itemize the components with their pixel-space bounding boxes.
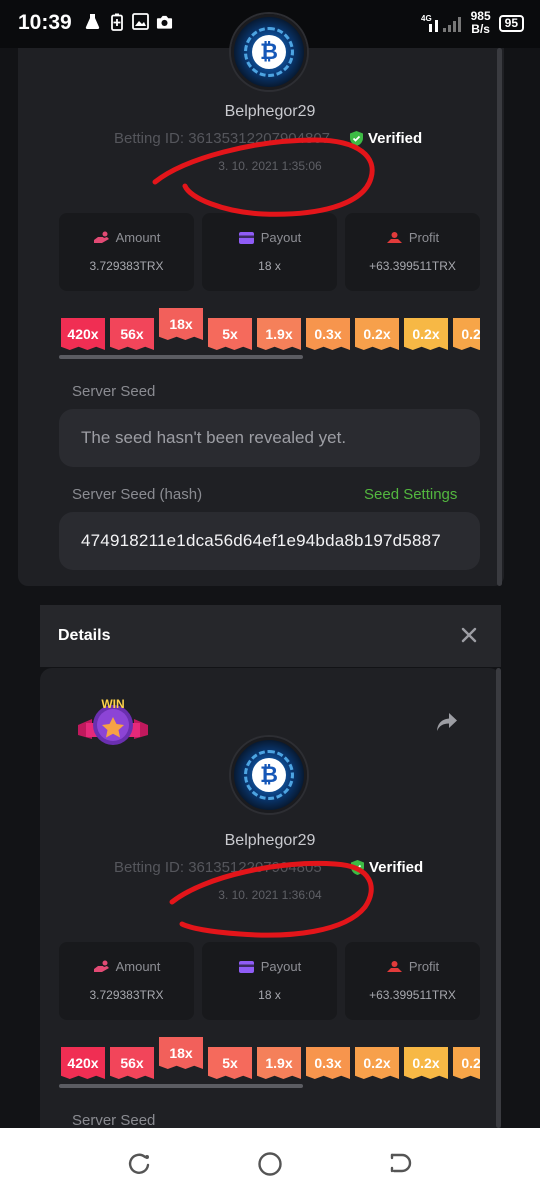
server-seed-label: Server Seed <box>72 383 156 400</box>
win-badge-icon: WIN <box>78 697 148 745</box>
bet-datetime: 3. 10. 2021 1:35:06 <box>218 159 322 173</box>
betting-id-label: Betting ID: 3613531220790 <box>114 130 297 147</box>
hand-coin-icon <box>93 960 109 972</box>
shield-check-icon <box>351 860 364 875</box>
server-seed-field: The seed hasn't been revealed yet. <box>59 409 480 467</box>
battery-saver-icon <box>108 12 125 31</box>
server-seed-label: Server Seed <box>72 1112 156 1129</box>
multiplier-chip: 0.2x <box>453 1047 480 1079</box>
recent-apps-icon[interactable] <box>126 1150 154 1178</box>
avatar-ring <box>244 27 294 77</box>
verified-label: Verified <box>369 859 424 876</box>
verified-label: Verified <box>368 130 423 147</box>
multiplier-chip: 1.9x <box>257 1047 301 1079</box>
stat-label: Payout <box>260 230 302 245</box>
profit-icon <box>386 960 402 972</box>
stat-payout: Payout 18 x <box>202 213 337 291</box>
wallet-icon <box>238 960 254 973</box>
stat-label: Amount <box>115 959 161 974</box>
multiplier-chip-selected: 18x <box>159 308 203 340</box>
win-badge-text: WIN <box>101 697 124 711</box>
betting-id: Betting ID: 36135312207904807 <box>114 130 330 147</box>
betting-id-label: Betting ID: 3613 <box>114 859 222 876</box>
flask-icon <box>84 12 101 31</box>
close-icon[interactable] <box>461 627 477 643</box>
stat-value: +63.399511TRX <box>369 259 456 273</box>
betting-id-tail: 4807 <box>296 130 331 147</box>
multiplier-chip: 0.2x <box>453 318 480 350</box>
server-seed-hash-label: Server Seed (hash) <box>72 486 203 503</box>
profit-icon <box>386 231 402 243</box>
status-right: 4G 985 B/s 95 <box>421 10 524 36</box>
multiplier-chip: 420x <box>61 318 105 350</box>
net-speed-unit: B/s <box>471 22 490 36</box>
svg-text:4G: 4G <box>421 14 432 23</box>
stat-value: +63.399511TRX <box>369 988 456 1002</box>
stat-value: 3.729383TRX <box>89 988 164 1002</box>
details-modal-header: Details <box>40 605 501 667</box>
multiplier-chip: 0.2x <box>404 1047 448 1079</box>
stat-value: 3.729383TRX <box>89 259 164 273</box>
betting-id: Betting ID: 3613512207904805 <box>114 859 322 876</box>
multiplier-chip: 56x <box>110 318 154 350</box>
multiplier-row[interactable]: 420x 56x 18x 5x 1.9x 0.3x 0.2x 0.2x 0.2x <box>61 308 480 352</box>
multiplier-row[interactable]: 420x 56x 18x 5x 1.9x 0.3x 0.2x 0.2x 0.2x <box>61 1037 480 1081</box>
net-speed: 985 B/s <box>471 10 491 36</box>
camera-icon <box>156 12 173 31</box>
multiplier-chip: 0.2x <box>404 318 448 350</box>
stat-amount: Amount 3.729383TRX <box>59 213 194 291</box>
multiplier-chip: 5x <box>208 1047 252 1079</box>
multiplier-scroll-indicator[interactable] <box>59 1084 303 1088</box>
stat-value: 18 x <box>258 988 281 1002</box>
betting-id-tail: 512207904805 <box>221 859 322 876</box>
stat-label: Payout <box>260 959 302 974</box>
image-icon <box>132 12 149 31</box>
navigation-bar <box>0 1128 540 1200</box>
stat-label: Profit <box>408 230 440 245</box>
details-title: Details <box>58 627 111 644</box>
multiplier-chip: 0.2x <box>355 318 399 350</box>
hand-coin-icon <box>93 231 109 243</box>
back-icon[interactable] <box>386 1150 414 1178</box>
avatar-bitcoin: ₿ <box>231 737 307 813</box>
avatar-bitcoin: ₿ <box>231 14 307 90</box>
multiplier-scroll-indicator[interactable] <box>59 355 303 359</box>
username: Belphegor29 <box>224 103 316 120</box>
multiplier-chip-selected: 18x <box>159 1037 203 1069</box>
verified-badge: Verified <box>350 859 423 876</box>
multiplier-chip: 420x <box>61 1047 105 1079</box>
stat-profit: Profit +63.399511TRX <box>345 942 480 1020</box>
multiplier-chip: 0.2x <box>355 1047 399 1079</box>
stat-value: 18 x <box>258 259 281 273</box>
verified-badge: Verified <box>349 130 422 147</box>
multiplier-chip: 0.3x <box>306 1047 350 1079</box>
stat-label: Amount <box>115 230 161 245</box>
shield-check-icon <box>350 131 363 146</box>
stat-profit: Profit +63.399511TRX <box>345 213 480 291</box>
multiplier-chip: 56x <box>110 1047 154 1079</box>
status-time: 10:39 <box>18 11 72 34</box>
stat-amount: Amount 3.729383TRX <box>59 942 194 1020</box>
share-icon[interactable] <box>436 712 458 732</box>
home-icon[interactable] <box>256 1150 284 1178</box>
battery-indicator: 95 <box>498 14 524 32</box>
scrollbar-top[interactable] <box>497 48 502 586</box>
bet-datetime: 3. 10. 2021 1:36:04 <box>218 888 322 902</box>
username: Belphegor29 <box>224 832 316 849</box>
seed-settings-link[interactable]: Seed Settings <box>364 486 457 503</box>
avatar-ring <box>244 750 294 800</box>
stat-payout: Payout 18 x <box>202 942 337 1020</box>
multiplier-chip: 5x <box>208 318 252 350</box>
server-seed-hash-field[interactable]: 474918211e1dca56d64ef1e94bda8b197d5887 <box>59 512 480 570</box>
status-notification-icons <box>84 12 173 31</box>
wallet-icon <box>238 231 254 244</box>
stat-label: Profit <box>408 959 440 974</box>
multiplier-chip: 1.9x <box>257 318 301 350</box>
signal-icon: 4G <box>421 14 461 32</box>
multiplier-chip: 0.3x <box>306 318 350 350</box>
